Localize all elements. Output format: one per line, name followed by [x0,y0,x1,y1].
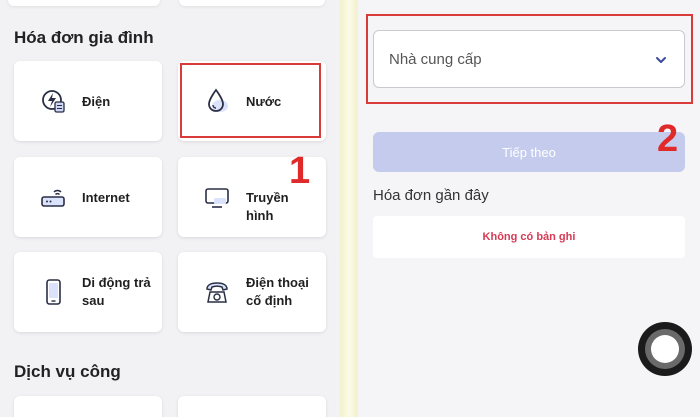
next-button[interactable]: Tiếp theo [373,132,685,172]
card-label: Di động trả sau [82,275,151,308]
panel-divider [340,0,358,417]
recent-bills-title: Hóa đơn gần đây [373,187,489,204]
card-stub[interactable] [178,396,326,417]
card-label: Điện thoại cố định [246,275,309,308]
card-stub [8,0,160,6]
tv-icon [205,188,229,208]
step-number-2: 2 [657,118,679,160]
no-records-text: Không có bản ghi [482,231,576,243]
card-landline[interactable]: Điện thoại cố định [178,252,326,332]
telephone-icon [206,282,228,303]
highlight-water-card [180,63,321,138]
card-internet[interactable]: Internet [14,157,162,237]
section-title-household: Hóa đơn gia đình [14,28,154,47]
card-stub [179,0,325,6]
card-stub[interactable] [14,396,162,417]
card-label: Điện [82,94,111,109]
mobile-phone-icon [46,279,61,305]
router-icon [41,189,65,207]
recent-bills-list: Không có bản ghi [373,216,685,258]
lightning-bill-icon [42,90,65,113]
section-title-public: Dịch vụ công [14,362,121,381]
card-electric[interactable]: Điện [14,61,162,141]
card-label: Truyền hình [246,190,289,223]
highlight-provider-select [366,14,693,104]
step-number-1: 1 [289,150,311,192]
card-postpaid[interactable]: Di động trả sau [14,252,162,332]
assistive-touch-icon[interactable] [638,322,692,376]
card-label: Internet [82,190,130,205]
